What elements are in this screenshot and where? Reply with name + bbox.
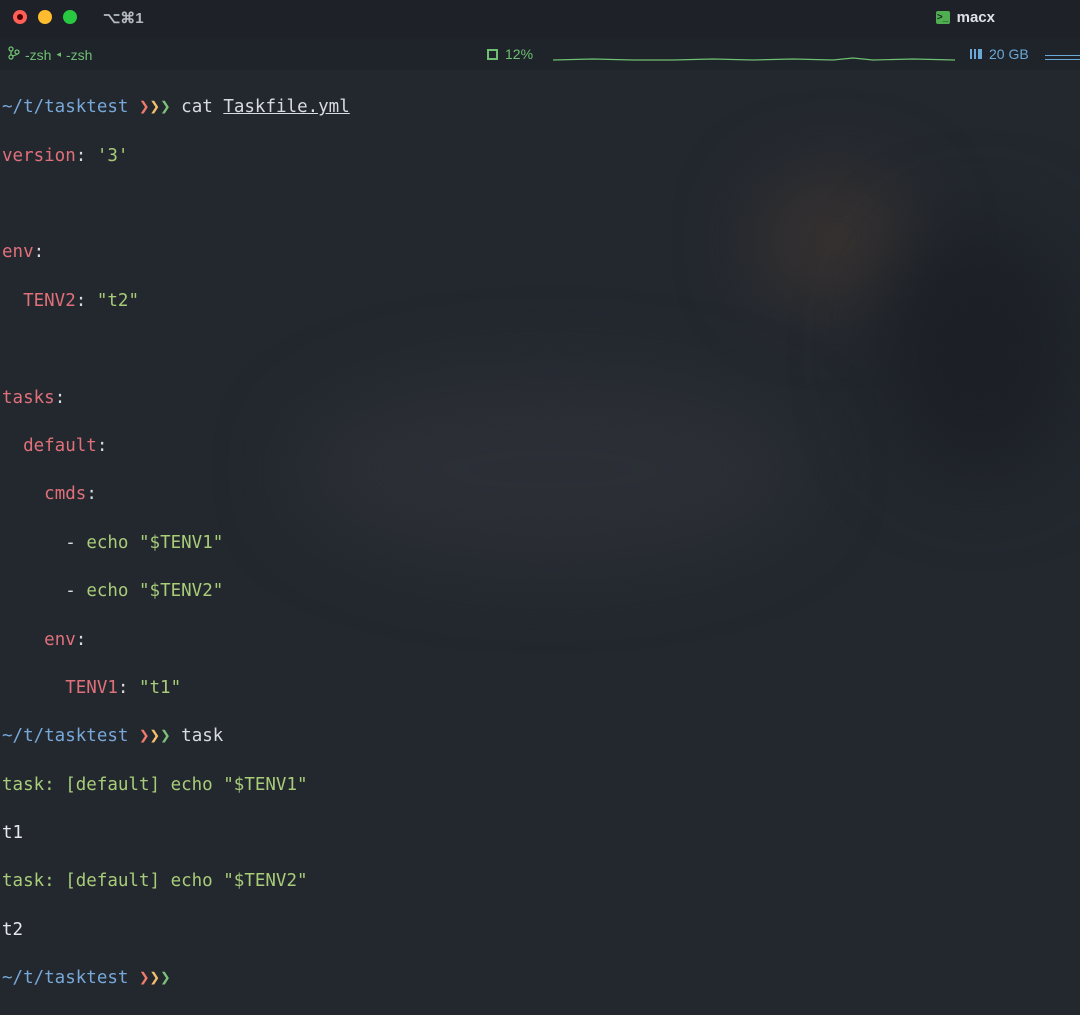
yaml-key: TENV1: [65, 677, 118, 698]
yaml-dash: -: [65, 581, 76, 602]
yaml-value: '3': [96, 145, 129, 166]
yaml-key: version: [2, 145, 76, 166]
branch-icon: [8, 46, 20, 63]
output-line: t1: [2, 823, 24, 844]
memory-indicator: 20 GB: [970, 46, 1029, 62]
memory-bar: [1045, 55, 1080, 60]
output-line: cmds:: [44, 484, 97, 505]
output-line: default:: [23, 435, 108, 456]
command-name: task: [181, 726, 224, 747]
yaml-key: TENV2: [23, 290, 76, 311]
yaml-dash: -: [65, 532, 76, 553]
output-line: version: '3': [2, 145, 129, 166]
output-line: TENV2: "t2": [23, 290, 139, 311]
minimize-window-button[interactable]: [38, 10, 52, 24]
output-line: env:: [2, 242, 45, 263]
memory-usage: 20 GB: [989, 46, 1029, 62]
output-line: tasks:: [2, 387, 66, 408]
prompt-line[interactable]: ~/t/tasktest ❯❯❯: [2, 966, 1078, 990]
cpu-percent: 12%: [505, 46, 534, 62]
terminal-output[interactable]: ~/t/tasktest ❯❯❯ cat Taskfile.yml versio…: [2, 71, 1078, 1015]
yaml-key: env: [2, 242, 34, 263]
prompt-line: ~/t/tasktest ❯❯❯ cat Taskfile.yml: [2, 95, 1078, 119]
tab-zsh-1[interactable]: -zsh: [25, 47, 51, 63]
prompt-chevrons: ❯❯❯: [138, 97, 171, 118]
yaml-value: "t2": [96, 290, 139, 311]
output-line: - echo "$TENV2": [2, 579, 1078, 603]
yaml-value: "t1": [138, 677, 182, 698]
yaml-key: cmds: [44, 484, 87, 505]
output-line: TENV1: "t1": [65, 677, 182, 698]
prompt-chevrons: ❯❯❯: [138, 726, 171, 747]
output-line: - echo "$TENV1": [2, 531, 1078, 555]
output-line: task: [default] echo "$TENV1": [2, 774, 308, 795]
command-name: cat: [181, 97, 213, 118]
output-line: env:: [44, 629, 87, 650]
close-window-button[interactable]: [13, 10, 27, 24]
yaml-key: default: [23, 435, 97, 456]
prompt-line: ~/t/tasktest ❯❯❯ task: [2, 724, 1078, 748]
app-title: >_ macx: [935, 9, 995, 26]
yaml-key: tasks: [2, 387, 55, 408]
prompt-path: ~/t/tasktest: [2, 726, 129, 747]
memory-icon: [970, 49, 982, 59]
cpu-icon: [487, 48, 498, 60]
maximize-window-button[interactable]: [63, 10, 77, 24]
status-bar: -zsh ◂ -zsh 12% 20 GB: [0, 38, 1080, 70]
tab-separator-icon: ◂: [56, 49, 61, 59]
prompt-path: ~/t/tasktest: [2, 968, 129, 989]
cpu-indicator: 12%: [487, 46, 533, 62]
yaml-value: echo "$TENV1": [86, 532, 224, 553]
window-titlebar: ⌥⌘1 >_ macx: [0, 0, 1080, 38]
terminal-prompt-icon: >_: [935, 11, 950, 24]
yaml-key: env: [44, 629, 76, 650]
app-name-label: macx: [956, 9, 995, 26]
command-argument: Taskfile.yml: [223, 97, 350, 118]
prompt-path: ~/t/tasktest: [2, 97, 129, 118]
window-shortcut: ⌥⌘1: [103, 10, 144, 27]
tab-zsh-2[interactable]: -zsh: [66, 47, 92, 63]
cpu-sparkline: [553, 57, 955, 61]
output-line: t2: [2, 919, 24, 940]
yaml-value: echo "$TENV2": [86, 581, 224, 602]
prompt-chevrons: ❯❯❯: [138, 968, 171, 989]
session-tabs[interactable]: -zsh ◂ -zsh: [8, 46, 92, 63]
output-line: task: [default] echo "$TENV2": [2, 871, 308, 892]
